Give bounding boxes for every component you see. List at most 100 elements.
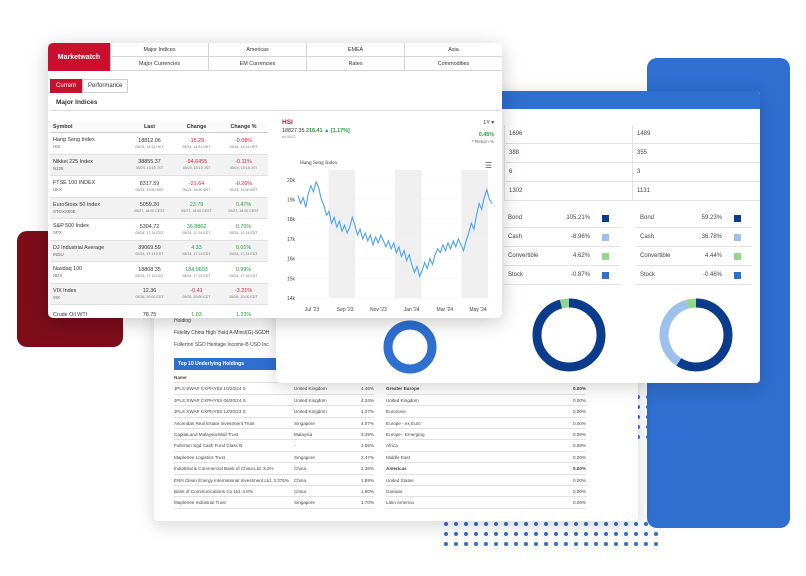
- geography-table: Greater Europe 0.00% United Kingdom 0.00% Eu…: [386, 372, 586, 509]
- dot: [444, 532, 448, 536]
- index-last: 12.36: [142, 288, 157, 295]
- index-last-cell: 18812.06 05/24, 14:31 HKT: [126, 138, 173, 149]
- region-name: Americas: [386, 466, 407, 472]
- legend-swatch-cell: [722, 233, 752, 241]
- dot: [686, 425, 690, 429]
- holding-weight: 4.34%: [360, 397, 374, 403]
- index-last: 18812.06: [138, 137, 161, 144]
- asset-class-value: 4.44%: [704, 253, 722, 259]
- dot: [574, 522, 578, 526]
- region-tabs: Major Indices Americas EMEA Asia Major Curre…: [110, 43, 502, 71]
- col-symbol: Symbol: [53, 124, 73, 130]
- index-name-cell: Crude Oil WTI: [50, 312, 126, 318]
- tab-performance[interactable]: Performance: [82, 79, 129, 93]
- index-change-cell: 184.9603 05/24, 17:15 EDT: [173, 267, 220, 278]
- holding-name: Mapletree Logistics Trust: [174, 454, 226, 460]
- index-last-cell: 39069.59 05/24, 17:14 EDT: [126, 245, 173, 256]
- dot: [554, 532, 558, 536]
- dot: [666, 435, 670, 439]
- index-pct-time: 05/24, 17:14 EDT: [229, 230, 258, 235]
- legend-swatch-cell: [722, 252, 752, 260]
- dot: [454, 532, 458, 536]
- index-pct-time: 05/24, 14:31 HKT: [229, 144, 258, 149]
- index-name: EuroStoxx 50 Index: [53, 201, 101, 208]
- region-name: Europe - Emerging: [386, 431, 425, 437]
- dot: [656, 425, 660, 429]
- tab-current[interactable]: Current: [50, 79, 83, 93]
- legend-swatch: [601, 233, 609, 241]
- region-row: United Kingdom 0.00%: [386, 395, 586, 407]
- dot: [706, 405, 710, 409]
- holding-row: Fullerton Sgd Cash Fund Class B - 2.65%: [174, 440, 374, 452]
- index-row[interactable]: Nasdaq 100 NDX 18808.35 05/24, 17:15 EDT 184…: [50, 262, 268, 284]
- indices-table-header: Symbol Last Change Change %: [50, 122, 268, 133]
- holding-row: ENN Clean Energy International Investmen…: [174, 475, 374, 486]
- region-tab-major-currencies[interactable]: Major Currencies: [110, 57, 208, 71]
- index-pct-cell: 0.47% 05/27, 18:00 CEST: [220, 202, 267, 213]
- index-row[interactable]: Nikkei 225 Index N225 38855.37 05/24, 15:15…: [50, 154, 268, 176]
- legend-swatch-cell: [722, 271, 752, 279]
- x-tick-label: Mar '24: [437, 307, 454, 313]
- index-row[interactable]: VIX Index VIX 12.36 05/26, 20:00 EDT -0.41 05…: [50, 283, 268, 305]
- allocation-row: Stock -0.46%: [636, 266, 752, 285]
- dot: [554, 522, 558, 526]
- holding-country: Singapore: [294, 500, 315, 506]
- dot: [604, 542, 608, 546]
- region-tab-americas[interactable]: Americas: [208, 43, 306, 57]
- stats-row: 1302 1131: [504, 181, 760, 201]
- index-last-cell: 18808.35 05/24, 17:15 EDT: [126, 267, 173, 278]
- region-tab-commodities[interactable]: Commodities: [404, 57, 502, 71]
- marketwatch-tab[interactable]: Marketwatch: [48, 43, 110, 71]
- asset-class-name: Convertible: [508, 253, 539, 259]
- index-row[interactable]: FTSE 100 INDEX UKX 8317.59 05/24, 16:50 BST…: [50, 176, 268, 198]
- index-pct-time: 05/24, 15:15 JST: [229, 166, 258, 171]
- holding-weight: 1.89%: [360, 477, 374, 483]
- index-pct-cell: -0.08% 05/24, 14:31 HKT: [220, 138, 267, 149]
- index-change: 23.79: [189, 202, 204, 209]
- dot: [504, 542, 508, 546]
- index-change: 4.33: [191, 245, 202, 252]
- dot: [604, 532, 608, 536]
- legend-swatch: [733, 214, 741, 222]
- index-row[interactable]: S&P 500 Index SPX 5304.72 05/24, 17:14 EDT 3…: [50, 219, 268, 241]
- region-tab-rates[interactable]: Rates: [306, 57, 404, 71]
- dot: [484, 532, 488, 536]
- dot: [544, 542, 548, 546]
- allocation-donut-left: [532, 298, 606, 372]
- index-name: Nikkei 225 Index: [53, 158, 93, 165]
- region-tab-major-indices[interactable]: Major Indices: [110, 43, 208, 57]
- region-name: Canada: [386, 488, 403, 494]
- holding-name: Bank of Communications Co Ltd. 3.8%: [174, 488, 253, 494]
- legend-swatch-cell: [590, 233, 620, 241]
- holding-weight: 4.07%: [360, 420, 374, 426]
- holding-row: CapitaLand Malaysia Mall Trust Malaysia 3.…: [174, 429, 374, 441]
- chart-band: [395, 170, 422, 298]
- index-pct: 0.47%: [235, 202, 252, 209]
- allocation-row: Convertible 4.62%: [504, 247, 620, 266]
- index-pct: 0.99%: [235, 266, 252, 273]
- dot: [484, 542, 488, 546]
- dot: [624, 542, 628, 546]
- index-change: 184.9603: [185, 266, 208, 273]
- dot: [564, 522, 568, 526]
- index-row[interactable]: EuroStoxx 50 Index STOXX50E 5059.20 05/27, …: [50, 197, 268, 219]
- dot: [686, 395, 690, 399]
- region-tab-emea[interactable]: EMEA: [306, 43, 404, 57]
- region-tab-em-currencies[interactable]: EM Currencies: [208, 57, 306, 71]
- index-last-time: 05/24, 17:15 EDT: [135, 273, 164, 278]
- dot: [604, 522, 608, 526]
- region-tab-asia[interactable]: Asia: [404, 43, 502, 57]
- dot: [584, 542, 588, 546]
- asset-class-name: Convertible: [640, 253, 671, 259]
- index-pct: 0.01%: [235, 245, 252, 252]
- x-tick-label: Jul '23: [305, 307, 320, 313]
- index-row[interactable]: Crude Oil WTI 78.75 1.03 1.33%: [50, 305, 268, 318]
- dot: [624, 532, 628, 536]
- index-name-cell: S&P 500 Index SPX: [50, 223, 126, 235]
- dot: [614, 532, 618, 536]
- index-pct-cell: 0.01% 05/24, 17:14 EDT: [220, 245, 267, 256]
- index-row[interactable]: DJ Industrial Average INDU 39069.59 05/24, …: [50, 240, 268, 262]
- index-row[interactable]: Hang Seng Index HSI 18812.06 05/24, 14:31 H…: [50, 133, 268, 155]
- index-last: 5059.20: [139, 202, 160, 209]
- holding-country: China: [294, 477, 307, 483]
